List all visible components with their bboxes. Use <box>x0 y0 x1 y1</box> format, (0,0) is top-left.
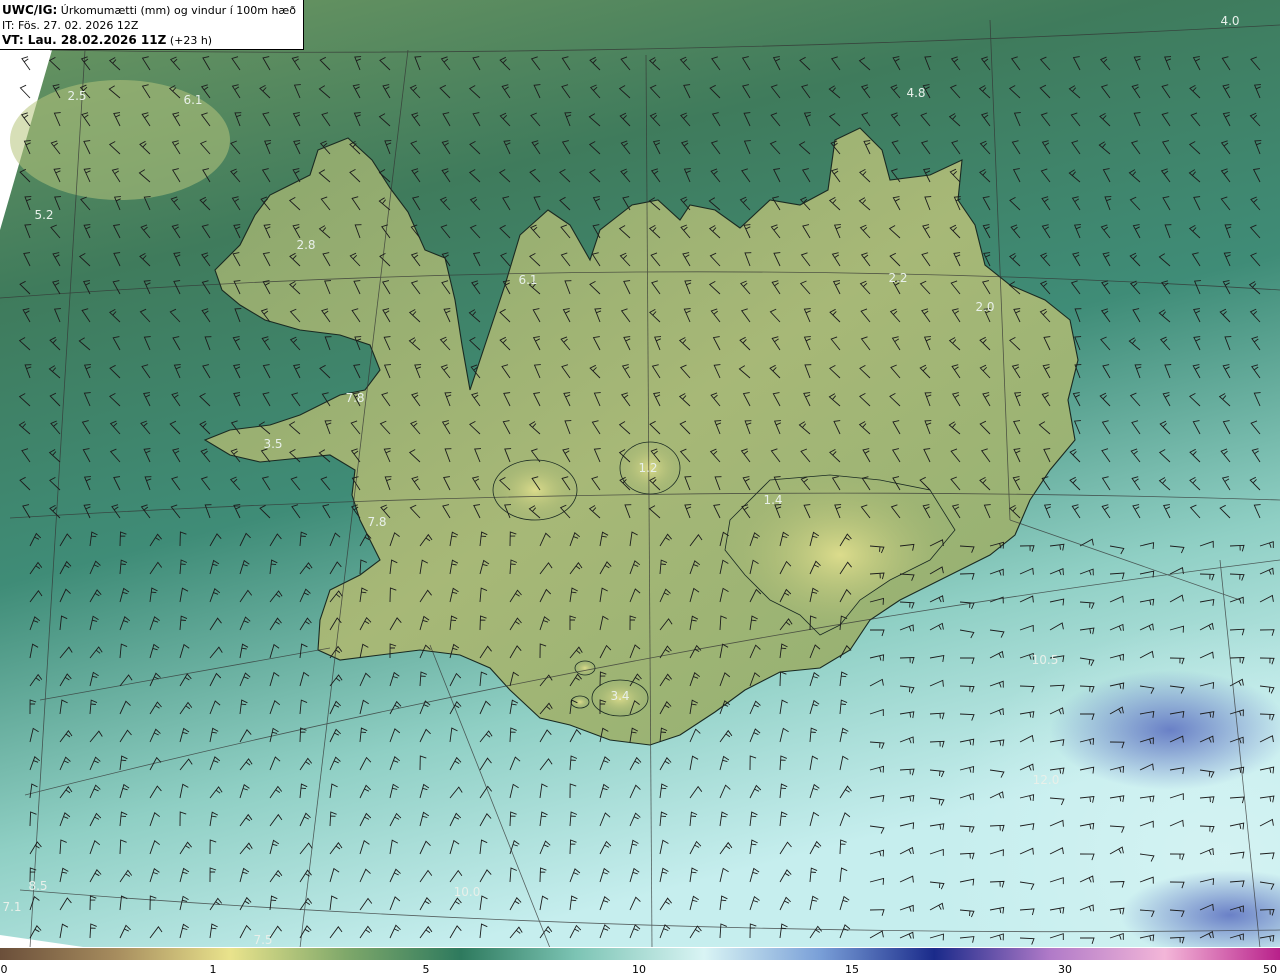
colorbar-tick: 5 <box>422 963 430 976</box>
eyjafjallajokull <box>574 660 596 676</box>
value-label-vatnajokull: 1.4 <box>763 493 782 507</box>
colorbar-gradient <box>0 948 1280 960</box>
map-description: Úrkomumætti (mm) og vindur í 100m hæð <box>60 4 296 17</box>
value-label-bottom-left-sea: 7.5 <box>253 933 272 947</box>
value-label-ne-sea: 4.8 <box>906 86 925 100</box>
init-time: IT: Fös. 27. 02. 2026 12Z <box>2 19 139 32</box>
colorbar-tick: 30 <box>1058 963 1072 976</box>
small-glacier <box>570 695 590 709</box>
value-label-east-fjords: 2.0 <box>975 300 994 314</box>
product-code: UWC/IG: <box>2 3 58 17</box>
heavy-precip-e <box>1050 670 1280 790</box>
valid-time: VT: Lau. 28.02.2026 11Z <box>2 33 167 47</box>
colorbar: 0 1 5 10 15 30 50 <box>0 947 1280 978</box>
value-label-myrdalsjokull: 3.4 <box>610 689 629 703</box>
forecast-map-view: 2.5 6.1 4.8 4.0 5.2 2.8 6.1 2.2 2.0 7.8 3.5 7.8 1.2 1… <box>0 0 1280 978</box>
colorbar-tick: 1 <box>209 963 217 976</box>
colorbar-tick: 10 <box>632 963 646 976</box>
map-title-box: UWC/IG: Úrkomumætti (mm) og vindur í 100… <box>0 0 304 50</box>
value-label-se-sea: 10.5 <box>1032 653 1059 667</box>
value-label-far-ne-corner: 4.0 <box>1220 14 1239 28</box>
value-label-breidafjordur: 7.8 <box>345 391 364 405</box>
value-label-n-westfjords-sea: 6.1 <box>183 93 202 107</box>
lead-time: (+23 h) <box>169 34 213 47</box>
colorbar-tick: 50 <box>1263 963 1277 976</box>
value-label-sw-sea: 8.5 <box>28 879 47 893</box>
langjokull <box>492 459 578 521</box>
value-label-far-se-sea: 12.0 <box>1033 773 1060 787</box>
value-label-faxafloi: 7.8 <box>367 515 386 529</box>
value-label-hofsjokull: 1.2 <box>638 461 657 475</box>
value-label-snaefellsnes: 3.5 <box>263 437 282 451</box>
value-label-s-sea: 10.0 <box>454 885 481 899</box>
value-label-nw-sea: 2.5 <box>67 89 86 103</box>
value-label-hunafloi: 6.1 <box>518 273 537 287</box>
precipitation-map: 2.5 6.1 4.8 4.0 5.2 2.8 6.1 2.2 2.0 7.8 3.5 7.8 1.2 1… <box>0 0 1280 948</box>
value-label-sw-corner: 7.1 <box>2 900 21 914</box>
colorbar-tick: 0 <box>0 963 8 976</box>
value-label-w-sea: 5.2 <box>34 208 53 222</box>
value-label-westfjords: 2.8 <box>296 238 315 252</box>
colorbar-tick: 15 <box>845 963 859 976</box>
value-label-n-highlands: 2.2 <box>888 271 907 285</box>
